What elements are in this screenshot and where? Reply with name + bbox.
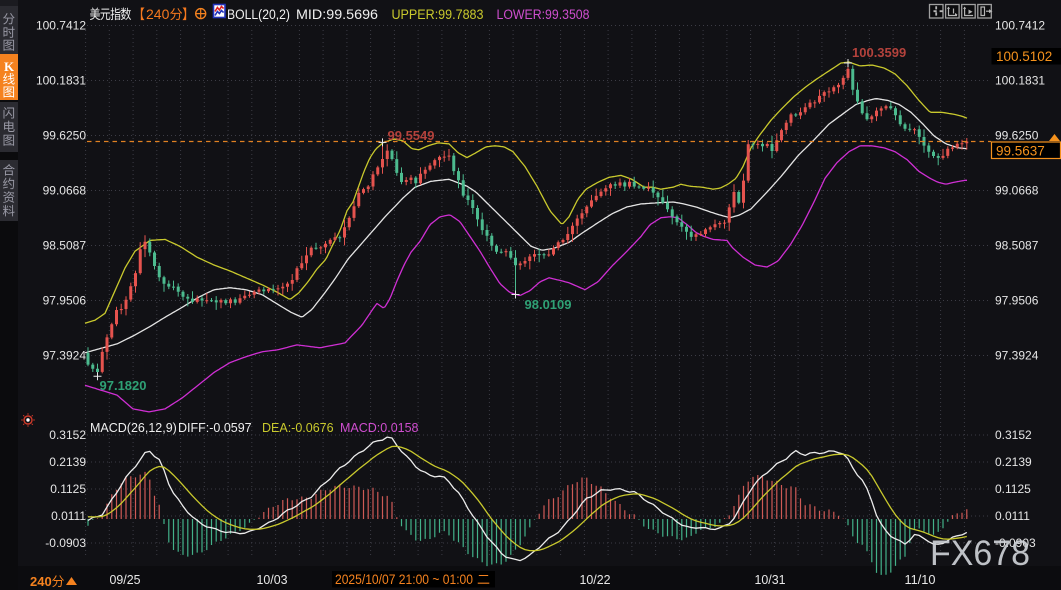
svg-text:99.5637: 99.5637 [996,144,1045,159]
svg-text:99.0668: 99.0668 [43,184,87,198]
svg-text:240: 240 [30,574,52,589]
svg-text:100.1831: 100.1831 [995,74,1045,88]
svg-text:09/25: 09/25 [110,573,141,587]
svg-text:BOLL(20,2): BOLL(20,2) [227,7,290,22]
svg-text:99.0668: 99.0668 [995,184,1039,198]
svg-text:2025/10/07 21:00 ~ 01:00: 2025/10/07 21:00 ~ 01:00 [335,572,473,587]
svg-text:0.2139: 0.2139 [995,455,1032,469]
svg-text:K: K [4,59,15,74]
svg-text:11/10: 11/10 [905,573,936,587]
svg-text:UPPER:99.7883: UPPER:99.7883 [392,7,484,22]
svg-text:99.5549: 99.5549 [388,128,435,143]
svg-text:0.1125: 0.1125 [50,482,86,496]
svg-text:100.7412: 100.7412 [36,19,86,33]
svg-text:97.3924: 97.3924 [43,349,87,363]
svg-text:240: 240 [146,6,170,22]
svg-text:0.3152: 0.3152 [49,428,86,442]
svg-text:97.9506: 97.9506 [995,294,1039,308]
svg-text:100.1831: 100.1831 [36,74,86,88]
svg-text:-0.0903: -0.0903 [45,536,86,550]
svg-text:100.7412: 100.7412 [995,19,1045,33]
svg-text:0.1125: 0.1125 [995,482,1031,496]
svg-text:FX678: FX678 [930,534,1030,573]
svg-text:98.5087: 98.5087 [995,239,1039,253]
svg-text:0.0111: 0.0111 [51,509,86,523]
svg-text:10/22: 10/22 [580,573,611,587]
svg-text:99.6250: 99.6250 [43,129,87,143]
svg-text:98.0109: 98.0109 [525,297,572,312]
svg-text:98.5087: 98.5087 [43,239,87,253]
svg-text:0.0111: 0.0111 [995,509,1030,523]
svg-text:100.3599: 100.3599 [852,45,906,60]
svg-text:97.9506: 97.9506 [43,294,87,308]
svg-text:MACD:0.0158: MACD:0.0158 [340,421,419,435]
svg-text:0.2139: 0.2139 [49,455,86,469]
svg-text:99.6250: 99.6250 [995,129,1039,143]
svg-text:DEA:-0.0676: DEA:-0.0676 [262,421,334,435]
svg-text:DIFF:-0.0597: DIFF:-0.0597 [178,421,252,435]
svg-text:97.3924: 97.3924 [995,349,1039,363]
svg-text:LOWER:99.3508: LOWER:99.3508 [497,7,590,22]
svg-text:MID:99.5696: MID:99.5696 [296,7,378,22]
svg-text:10/03: 10/03 [257,573,288,587]
svg-text:0.3152: 0.3152 [995,428,1032,442]
svg-text:MACD(26,12,9): MACD(26,12,9) [90,421,177,435]
svg-text:97.1820: 97.1820 [100,378,147,393]
svg-text:10/31: 10/31 [755,573,786,587]
svg-text:100.5102: 100.5102 [996,49,1052,64]
